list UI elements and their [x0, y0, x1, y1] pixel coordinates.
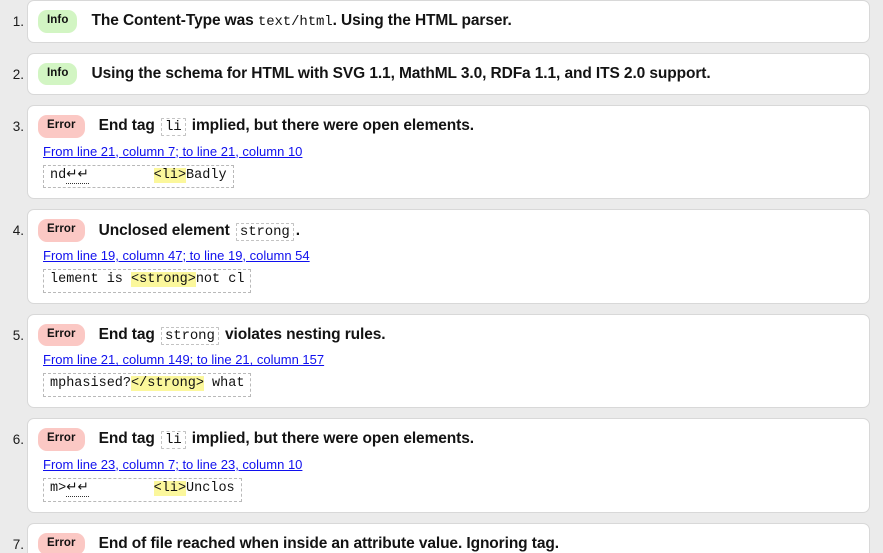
validation-message: Info The Content-Type was text/html. Usin…	[0, 0, 883, 43]
message-index	[6, 223, 24, 238]
extract-text: mphasised?	[50, 376, 131, 391]
error-badge: Error	[38, 324, 85, 347]
extract-highlight: <li>	[154, 168, 186, 183]
extract-text: m>	[50, 481, 66, 496]
extract-text: what	[204, 376, 245, 391]
message-headline: End tag li implied, but there were open …	[99, 117, 474, 135]
message-headline: End tag strong violates nesting rules.	[99, 326, 386, 344]
message-card: Error End tag li implied, but there were …	[27, 418, 870, 512]
message-card: Error End tag strong violates nesting rul…	[27, 314, 870, 408]
extract-text: Badly	[186, 168, 227, 183]
message-headline-row: Info The Content-Type was text/html. Usin…	[38, 10, 859, 33]
source-extract: lement is <strong>not cl	[43, 269, 251, 293]
extract-text: Unclos	[186, 481, 235, 496]
message-headline-row: Error End tag li implied, but there were …	[38, 428, 859, 451]
message-card: Info The Content-Type was text/html. Usin…	[27, 0, 870, 43]
extract-text	[89, 481, 154, 496]
message-card: Info Using the schema for HTML with SVG 1…	[27, 53, 870, 96]
message-index	[6, 14, 24, 29]
inline-code: text/html	[258, 14, 333, 30]
extract-text	[89, 168, 154, 183]
validation-message: Info Using the schema for HTML with SVG 1…	[0, 53, 883, 96]
message-headline-row: Error End tag li implied, but there were …	[38, 115, 859, 138]
source-location-link[interactable]: From line 21, column 149; to line 21, co…	[43, 352, 324, 367]
source-location-link[interactable]: From line 21, column 7; to line 21, colu…	[43, 144, 302, 159]
error-badge: Error	[38, 533, 85, 553]
info-badge: Info	[38, 10, 77, 33]
error-badge: Error	[38, 115, 85, 138]
source-extract-wrapper: lement is <strong>not cl	[38, 263, 859, 293]
inline-code-boxed: li	[161, 431, 186, 449]
validation-message-list: Info The Content-Type was text/html. Usin…	[0, 0, 883, 553]
error-badge: Error	[38, 219, 85, 242]
validation-message: Error End of file reached when inside an …	[0, 523, 883, 553]
message-headline-row: Error End of file reached when inside an …	[38, 533, 859, 553]
extract-text: nd	[50, 168, 66, 183]
extract-text: not cl	[196, 272, 245, 287]
message-headline: Using the schema for HTML with SVG 1.1, …	[91, 65, 710, 83]
message-headline: The Content-Type was text/html. Using th…	[91, 12, 511, 30]
validation-message: Error Unclosed element strong. From line 1…	[0, 209, 883, 303]
validation-message: Error End tag li implied, but there were …	[0, 418, 883, 512]
message-headline-row: Error Unclosed element strong.	[38, 219, 859, 242]
message-index	[6, 537, 24, 552]
message-headline: End of file reached when inside an attri…	[99, 535, 559, 553]
message-card: Error Unclosed element strong. From line 1…	[27, 209, 870, 303]
message-index	[6, 67, 24, 82]
source-extract-wrapper: mphasised?</strong> what	[38, 367, 859, 397]
extract-highlight: <li>	[154, 481, 186, 496]
extract-highlight: <strong>	[131, 272, 196, 287]
source-extract-wrapper: m>↵↵ <li>Unclos	[38, 472, 859, 502]
message-card: Error End tag li implied, but there were …	[27, 105, 870, 199]
message-index	[6, 119, 24, 134]
extract-line-break-marker: ↵↵	[66, 168, 89, 184]
message-headline-row: Error End tag strong violates nesting rul…	[38, 324, 859, 347]
inline-code-boxed: strong	[161, 327, 219, 345]
source-extract: nd↵↵ <li>Badly	[43, 165, 234, 189]
extract-text: lement is	[50, 272, 131, 287]
message-index	[6, 328, 24, 343]
source-extract: m>↵↵ <li>Unclos	[43, 478, 242, 502]
message-card: Error End of file reached when inside an …	[27, 523, 870, 553]
source-location-link[interactable]: From line 23, column 7; to line 23, colu…	[43, 457, 302, 472]
extract-highlight: </strong>	[131, 376, 204, 391]
inline-code-boxed: strong	[236, 223, 294, 241]
message-headline: End tag li implied, but there were open …	[99, 430, 474, 448]
extract-line-break-marker: ↵↵	[66, 481, 89, 497]
message-headline-row: Info Using the schema for HTML with SVG 1…	[38, 63, 859, 86]
source-extract-wrapper: nd↵↵ <li>Badly	[38, 159, 859, 189]
info-badge: Info	[38, 63, 77, 86]
source-location-link[interactable]: From line 19, column 47; to line 19, col…	[43, 248, 310, 263]
validation-message: Error End tag li implied, but there were …	[0, 105, 883, 199]
message-headline: Unclosed element strong.	[99, 222, 300, 240]
message-index	[6, 432, 24, 447]
error-badge: Error	[38, 428, 85, 451]
inline-code-boxed: li	[161, 118, 186, 136]
source-extract: mphasised?</strong> what	[43, 373, 251, 397]
validation-message: Error End tag strong violates nesting rul…	[0, 314, 883, 408]
